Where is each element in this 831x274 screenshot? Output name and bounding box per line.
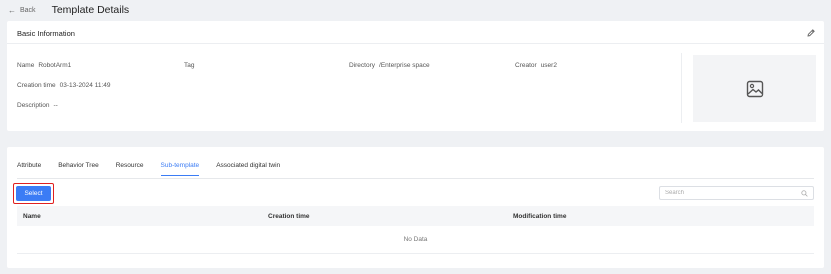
search-box[interactable] — [659, 186, 814, 200]
search-icon[interactable] — [801, 189, 808, 197]
column-header-name: Name — [23, 212, 41, 220]
select-button[interactable]: Select — [16, 186, 51, 201]
tab-resource[interactable]: Resource — [116, 162, 144, 176]
edit-icon[interactable] — [806, 28, 816, 38]
field-directory-label: Directory — [349, 62, 376, 69]
page-header: ← Back Template Details — [8, 3, 129, 17]
column-header-modification-time: Modification time — [513, 212, 567, 220]
field-creator-value: user2 — [540, 62, 557, 69]
tabs-card: Attribute Behavior Tree Resource Sub-tem… — [7, 147, 824, 268]
tab-sub-template[interactable]: Sub-template — [160, 162, 199, 176]
field-description-value: -- — [53, 102, 58, 109]
page-title: Template Details — [51, 4, 130, 16]
vertical-divider — [681, 53, 682, 123]
back-label: Back — [20, 6, 36, 14]
field-directory-value: /Enterprise space — [379, 62, 430, 69]
basic-information-title: Basic Information — [17, 29, 75, 38]
field-creation-time-value: 03-13-2024 11:49 — [59, 82, 111, 89]
table-header: Name Creation time Modification time — [17, 206, 814, 226]
back-button[interactable]: ← Back — [8, 6, 36, 15]
field-creation-time: Creation time 03-13-2024 11:49 — [17, 82, 111, 89]
field-name-value: RobotArm1 — [38, 62, 72, 69]
image-icon — [746, 80, 763, 97]
tab-bar: Attribute Behavior Tree Resource Sub-tem… — [17, 162, 297, 176]
field-description-label: Description — [17, 102, 50, 109]
card-divider — [7, 43, 824, 44]
table-empty-state: No Data — [17, 226, 814, 254]
tab-underline-divider — [17, 178, 814, 179]
back-arrow-icon: ← — [8, 5, 16, 15]
field-tag: Tag — [184, 62, 198, 69]
sub-template-table: Name Creation time Modification time No … — [17, 206, 814, 254]
field-creator: Creator user2 — [515, 62, 557, 69]
field-description: Description -- — [17, 102, 58, 109]
search-input[interactable] — [665, 190, 801, 196]
tab-behavior-tree[interactable]: Behavior Tree — [58, 162, 98, 176]
template-image-placeholder — [693, 55, 816, 122]
column-header-creation-time: Creation time — [268, 212, 310, 220]
tab-associated-digital-twin[interactable]: Associated digital twin — [216, 162, 280, 176]
field-creation-time-label: Creation time — [17, 82, 56, 89]
basic-information-card: Basic Information Name RobotArm1 Tag Dir… — [7, 21, 824, 131]
field-creator-label: Creator — [515, 62, 537, 69]
field-name: Name RobotArm1 — [17, 62, 71, 69]
tab-attribute[interactable]: Attribute — [17, 162, 41, 176]
field-directory: Directory /Enterprise space — [349, 62, 430, 69]
field-tag-label: Tag — [184, 62, 195, 69]
field-name-label: Name — [17, 62, 35, 69]
